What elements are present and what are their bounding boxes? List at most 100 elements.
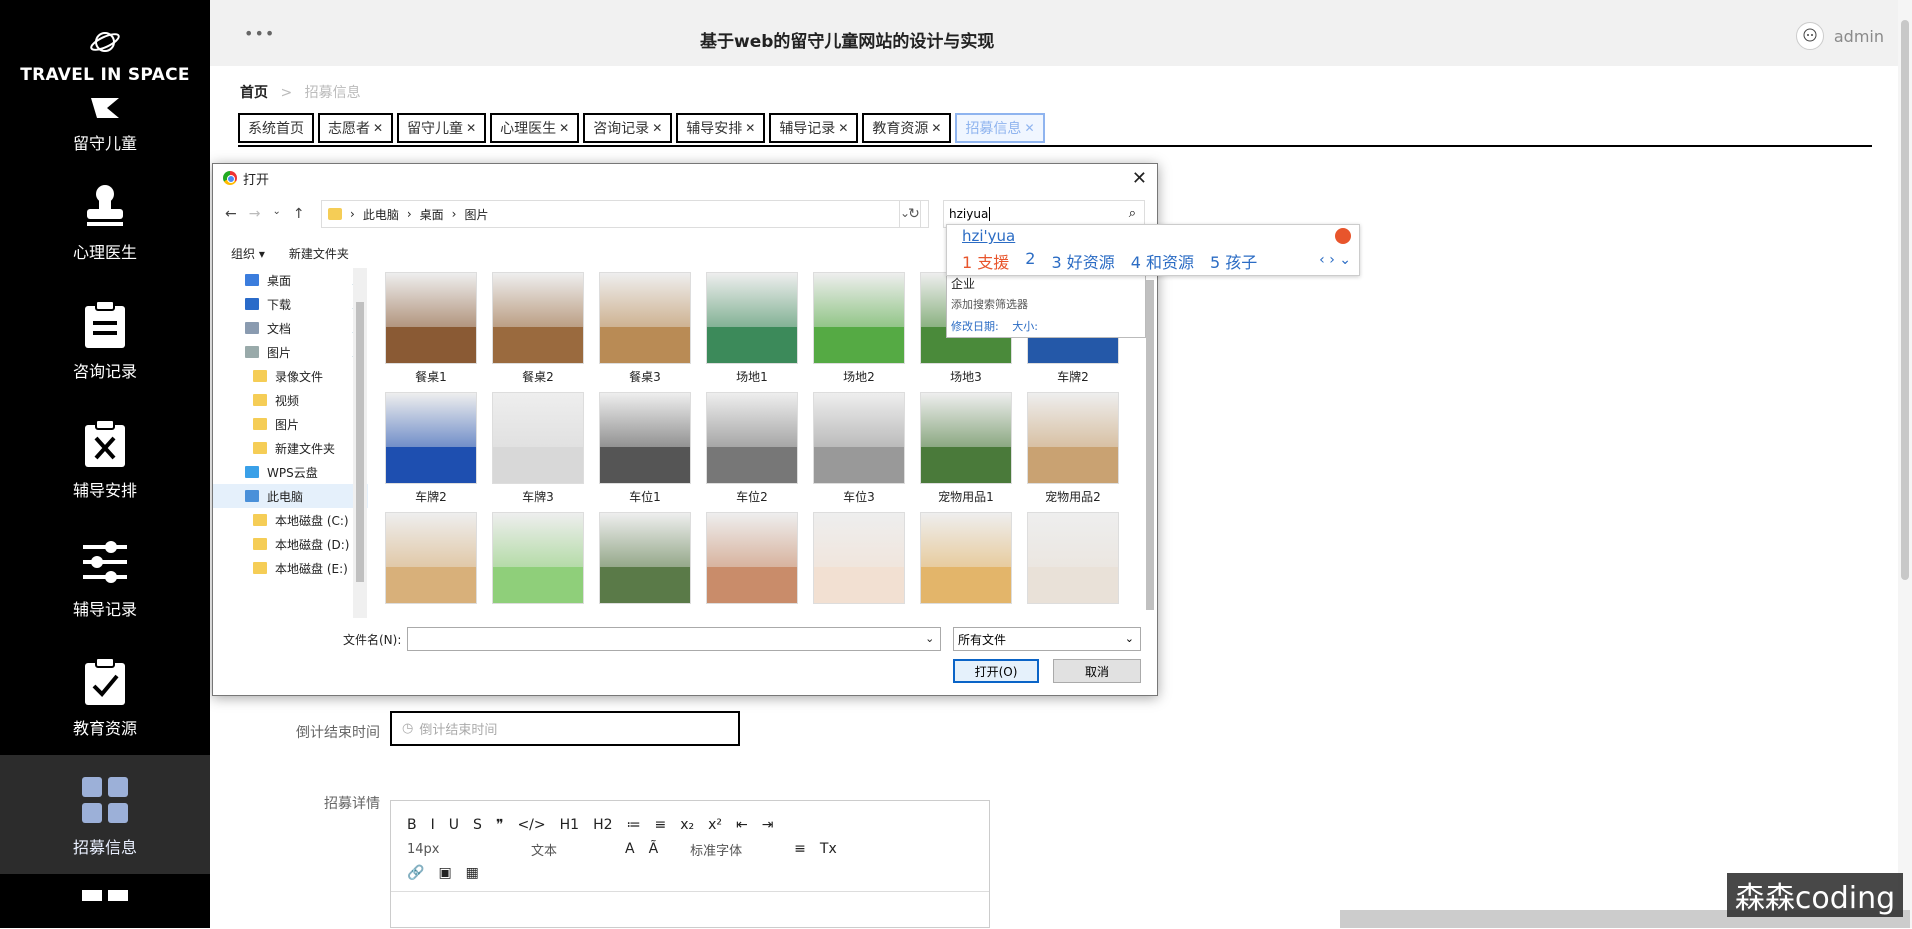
close-icon[interactable]: ✕ — [931, 121, 941, 135]
editor-tool-icon[interactable]: ▣ — [438, 865, 451, 881]
tab[interactable]: 教育资源 ✕ — [862, 113, 952, 143]
tree-item[interactable]: 图片📌 — [213, 340, 368, 364]
tree-item[interactable]: 新建文件夹 — [213, 436, 368, 460]
close-icon[interactable]: ✕ — [838, 121, 848, 135]
file-item[interactable] — [916, 512, 1016, 608]
clear-format-icon[interactable]: Tx — [820, 841, 837, 857]
file-item[interactable]: 场地2 — [809, 272, 909, 385]
editor-tool-icon[interactable]: H2 — [593, 817, 612, 833]
breadcrumb-home[interactable]: 首页 — [240, 85, 268, 101]
ime-logo-icon[interactable] — [1335, 228, 1351, 244]
file-item[interactable]: 餐桌1 — [381, 272, 481, 385]
file-item[interactable] — [381, 512, 481, 608]
editor-tool-icon[interactable]: ⇤ — [736, 817, 748, 833]
tree-item[interactable]: 本地磁盘 (D:) — [213, 532, 368, 556]
editor-tool-icon[interactable]: x² — [708, 817, 722, 833]
font-size-select[interactable]: 14px — [407, 842, 487, 857]
rich-text-editor[interactable]: B I U S ❞ </> H1 H2 ≔ ≡ x₂ x² ⇤ ⇥ 14px 文本 A Ã 标准字体 ≡ … — [390, 800, 990, 928]
tree-item[interactable]: 此电脑 — [213, 484, 368, 508]
file-item[interactable] — [702, 512, 802, 608]
sidebar-item[interactable]: 教育资源 — [0, 636, 210, 755]
close-icon[interactable]: ✕ — [466, 121, 476, 135]
close-icon[interactable]: ✕ — [559, 121, 569, 135]
editor-tool-icon[interactable]: ≡ — [655, 817, 667, 833]
editor-tool-icon[interactable]: H1 — [560, 817, 579, 833]
tree-item[interactable]: 录像文件 — [213, 364, 368, 388]
tree-item[interactable]: 文档📌 — [213, 316, 368, 340]
up-icon[interactable]: ↑ — [293, 206, 305, 222]
text-style-select[interactable]: 文本 — [531, 840, 611, 859]
file-item[interactable]: 餐桌2 — [488, 272, 588, 385]
refresh-icon[interactable]: ↻ — [899, 200, 929, 228]
filter-date[interactable]: 修改日期: — [951, 320, 999, 333]
tree-scrollbar[interactable] — [353, 268, 367, 618]
cancel-button[interactable]: 取消 — [1053, 659, 1141, 683]
sidebar-item[interactable]: 心理医生 — [0, 160, 210, 279]
tree-item[interactable]: 桌面📌 — [213, 268, 368, 292]
editor-tool-icon[interactable]: ▦ — [466, 865, 479, 881]
tree-item[interactable]: 视频 — [213, 388, 368, 412]
bg-color-icon[interactable]: Ã — [649, 841, 659, 857]
sidebar-item[interactable]: 辅导记录 — [0, 517, 210, 636]
tab[interactable]: 留守儿童 ✕ — [397, 113, 487, 143]
editor-tool-icon[interactable]: ⇥ — [762, 817, 774, 833]
editor-body[interactable] — [391, 891, 989, 929]
ime-candidate[interactable]: 5 孩子 — [1210, 249, 1257, 273]
avatar[interactable] — [1795, 22, 1824, 50]
menu-dots-icon[interactable]: ••• — [244, 24, 275, 43]
file-item[interactable] — [809, 512, 909, 608]
editor-tool-icon[interactable]: U — [449, 817, 459, 833]
editor-tool-icon[interactable]: B — [407, 817, 417, 833]
filetype-select[interactable]: 所有文件 ⌄ — [953, 627, 1141, 651]
file-item[interactable] — [488, 512, 588, 608]
recent-icon[interactable]: ⌄ — [272, 206, 280, 222]
file-item[interactable]: 车牌2 — [381, 392, 481, 505]
tab[interactable]: 志愿者 ✕ — [318, 113, 394, 143]
font-family-select[interactable]: 标准字体 — [690, 840, 780, 859]
tree-item[interactable]: 下载📌 — [213, 292, 368, 316]
close-icon[interactable]: ✕ — [745, 121, 755, 135]
file-item[interactable]: 场地1 — [702, 272, 802, 385]
file-item[interactable]: 餐桌3 — [595, 272, 695, 385]
end-time-input[interactable]: ◷ 倒计结束时间 — [390, 711, 740, 746]
search-icon[interactable]: ⌕ — [1129, 206, 1136, 221]
file-item[interactable]: 车位3 — [809, 392, 909, 505]
filename-input[interactable]: ⌄ — [407, 627, 942, 651]
tree-item[interactable]: WPS云盘 — [213, 460, 368, 484]
tab[interactable]: 心理医生 ✕ — [490, 113, 580, 143]
font-color-icon[interactable]: A — [625, 841, 635, 857]
file-item[interactable]: 宠物用品1 — [916, 392, 1016, 505]
editor-tool-icon[interactable]: S — [473, 817, 482, 833]
file-item[interactable]: 车位1 — [595, 392, 695, 505]
close-icon[interactable]: ✕ — [373, 121, 383, 135]
forward-icon[interactable]: → — [249, 206, 261, 222]
sidebar-item[interactable]: 招募信息 — [0, 755, 210, 874]
editor-tool-icon[interactable]: </> — [517, 817, 545, 833]
file-item[interactable] — [595, 512, 695, 608]
chevron-down-icon[interactable]: ⌄ — [1125, 632, 1134, 645]
sidebar-item[interactable]: 咨询记录 — [0, 279, 210, 398]
file-item[interactable]: 车牌3 — [488, 392, 588, 505]
tree-item[interactable]: 图片 — [213, 412, 368, 436]
file-item[interactable]: 宠物用品2 — [1023, 392, 1123, 505]
page-scrollbar[interactable] — [1898, 0, 1912, 928]
file-item[interactable]: 车位2 — [702, 392, 802, 505]
tree-item[interactable]: 本地磁盘 (C:) — [213, 508, 368, 532]
path-segment[interactable]: 此电脑 — [363, 206, 399, 223]
tab[interactable]: 辅导记录 ✕ — [769, 113, 859, 143]
chevron-down-icon[interactable]: ⌄ — [925, 632, 934, 645]
user-menu[interactable]: admin — [1795, 22, 1884, 50]
user-name[interactable]: admin — [1834, 27, 1884, 46]
tab[interactable]: 招募信息 ✕ — [955, 113, 1045, 143]
align-icon[interactable]: ≡ — [794, 841, 806, 857]
sidebar-item[interactable]: 留守儿童 — [0, 98, 210, 160]
new-folder-button[interactable]: 新建文件夹 — [289, 245, 349, 262]
filter-size[interactable]: 大小: — [1012, 320, 1038, 333]
tab[interactable]: 咨询记录 ✕ — [583, 113, 673, 143]
tab[interactable]: 辅导安排 ✕ — [676, 113, 766, 143]
editor-tool-icon[interactable]: ≔ — [627, 817, 641, 833]
open-button[interactable]: 打开(O) — [953, 659, 1039, 683]
editor-tool-icon[interactable]: ❞ — [496, 817, 504, 833]
tree-item[interactable]: 本地磁盘 (E:) — [213, 556, 368, 580]
close-icon[interactable]: ✕ — [1024, 121, 1034, 135]
